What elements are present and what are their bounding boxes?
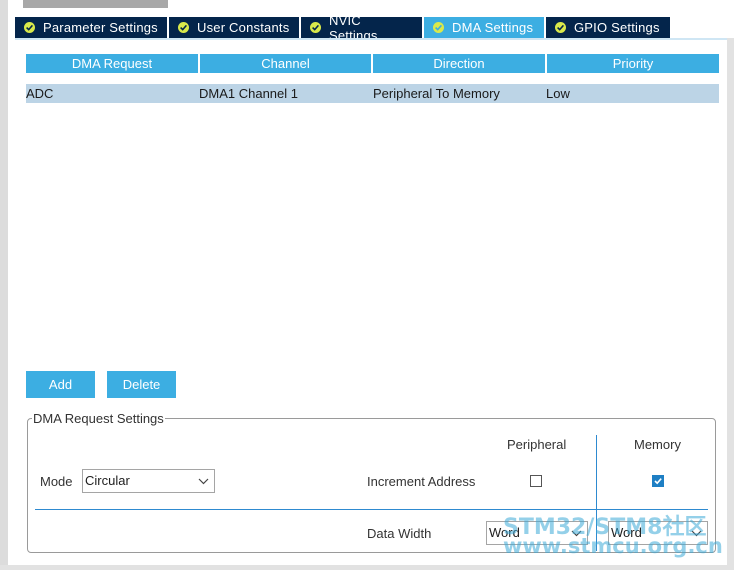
check-circle-icon (433, 22, 444, 33)
mode-select[interactable]: Circular (82, 469, 215, 493)
tab-nvic-settings[interactable]: NVIC Settings (301, 13, 422, 43)
check-circle-icon (555, 22, 566, 33)
settings-tabs: Parameter Settings User Constants NVIC S… (15, 13, 672, 43)
memory-increment-checkbox[interactable] (652, 475, 664, 487)
mode-label: Mode (40, 474, 73, 489)
checkmark-icon (654, 478, 662, 485)
watermark-line-2: www.stmcu.org.cn (503, 534, 723, 558)
tab-user-constants[interactable]: User Constants (169, 17, 299, 38)
data-width-label: Data Width (367, 526, 432, 541)
bottom-frame (0, 565, 734, 570)
table-row[interactable]: ADC DMA1 Channel 1 Peripheral To Memory … (26, 84, 719, 103)
add-button[interactable]: Add (26, 371, 95, 398)
delete-button[interactable]: Delete (107, 371, 176, 398)
peripheral-column-label: Peripheral (507, 437, 567, 452)
collapsed-panel-header[interactable] (23, 0, 168, 8)
tab-gpio-settings[interactable]: GPIO Settings (546, 17, 670, 38)
cell-direction: Peripheral To Memory (373, 86, 500, 101)
tab-label: GPIO Settings (574, 20, 660, 35)
tab-parameter-settings[interactable]: Parameter Settings (15, 17, 167, 38)
check-circle-icon (310, 22, 321, 33)
column-header-dma-request[interactable]: DMA Request (26, 54, 198, 73)
left-frame (0, 0, 8, 570)
tab-dma-settings[interactable]: DMA Settings (424, 17, 544, 38)
peripheral-increment-checkbox[interactable] (530, 475, 542, 487)
column-header-priority[interactable]: Priority (547, 54, 719, 73)
check-circle-icon (178, 22, 189, 33)
cell-dma-request: ADC (26, 86, 54, 101)
dma-table-header: DMA Request Channel Direction Priority (26, 54, 719, 73)
group-title: DMA Request Settings (32, 411, 165, 426)
cell-channel: DMA1 Channel 1 (199, 86, 298, 101)
increment-address-label: Increment Address (367, 474, 476, 489)
chevron-down-icon (198, 478, 209, 485)
tab-label: User Constants (197, 20, 290, 35)
column-header-direction[interactable]: Direction (373, 54, 545, 73)
right-frame (727, 38, 734, 570)
tab-underline (15, 38, 734, 40)
memory-column-label: Memory (634, 437, 681, 452)
tab-label: Parameter Settings (43, 20, 158, 35)
cell-priority: Low (546, 86, 570, 101)
tab-label: DMA Settings (452, 20, 534, 35)
check-circle-icon (24, 22, 35, 33)
mode-value: Circular (85, 473, 130, 488)
column-header-channel[interactable]: Channel (200, 54, 371, 73)
